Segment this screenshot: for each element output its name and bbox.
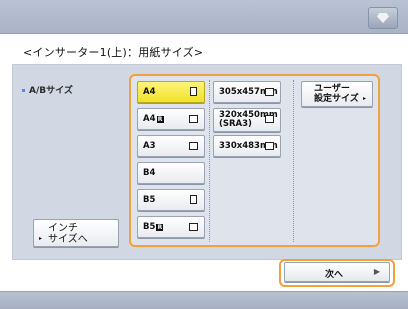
column-divider bbox=[209, 80, 210, 242]
user-defined-size-label: ユーザー 設定サイズ bbox=[314, 84, 359, 104]
column-divider bbox=[293, 80, 294, 242]
arrow-right-icon: ▶ bbox=[373, 267, 380, 276]
size-button-a3[interactable]: A3 bbox=[137, 135, 205, 157]
size-button-a4[interactable]: A4 bbox=[137, 81, 205, 103]
paper-landscape-icon bbox=[265, 142, 274, 150]
gem-icon bbox=[377, 13, 389, 23]
chevron-right-icon: ▸ bbox=[39, 235, 43, 242]
size-button-label: B5 R bbox=[143, 222, 164, 232]
top-bar bbox=[0, 0, 408, 34]
paper-landscape-icon bbox=[265, 115, 274, 123]
paper-landscape-icon bbox=[189, 115, 198, 123]
size-button-b4[interactable]: B4 bbox=[137, 162, 205, 184]
size-button-label: A4 bbox=[143, 87, 156, 97]
size-button-a4r[interactable]: A4 R bbox=[137, 108, 205, 130]
size-button-b5[interactable]: B5 bbox=[137, 189, 205, 211]
size-button-label: B5 bbox=[143, 195, 156, 205]
size-button-label: A3 bbox=[143, 141, 156, 151]
paper-landscape-icon bbox=[189, 223, 198, 231]
paper-landscape-icon bbox=[189, 142, 198, 150]
size-button-sra3[interactable]: 320x450mm (SRA3) bbox=[213, 108, 281, 132]
size-button-label: B4 bbox=[143, 168, 156, 178]
size-button-305x457[interactable]: 305x457mm bbox=[213, 81, 281, 103]
size-button-b5r[interactable]: B5 R bbox=[137, 216, 205, 238]
top-icon-button[interactable] bbox=[368, 7, 398, 29]
ab-size-label-text: A/Bサイズ bbox=[29, 86, 73, 96]
paper-portrait-icon bbox=[190, 195, 197, 204]
size-button-label: A4 R bbox=[143, 114, 164, 124]
bottom-bar bbox=[0, 291, 408, 309]
size-button-330x483[interactable]: 330x483mm bbox=[213, 135, 281, 157]
screen: <インサーター1(上)：用紙サイズ> A/Bサイズ A4 A4 R A3 B4 B… bbox=[0, 0, 408, 309]
ab-size-label: A/Bサイズ bbox=[22, 83, 73, 96]
next-button[interactable]: 次へ ▶ bbox=[284, 262, 390, 282]
user-defined-size-button[interactable]: ユーザー 設定サイズ ▸ bbox=[301, 81, 373, 107]
inch-size-label: インチ サイズへ bbox=[48, 223, 88, 245]
paper-portrait-icon bbox=[190, 87, 197, 96]
rotated-mark-icon: R bbox=[156, 224, 164, 231]
bullet-icon bbox=[22, 89, 25, 92]
next-button-label: 次へ bbox=[325, 270, 344, 280]
chevron-right-icon: ▸ bbox=[362, 95, 366, 102]
rotated-mark-icon: R bbox=[156, 116, 164, 123]
paper-landscape-icon bbox=[265, 88, 274, 96]
page-title: <インサーター1(上)：用紙サイズ> bbox=[23, 46, 204, 59]
inch-size-button[interactable]: ▸ インチ サイズへ bbox=[33, 219, 119, 247]
